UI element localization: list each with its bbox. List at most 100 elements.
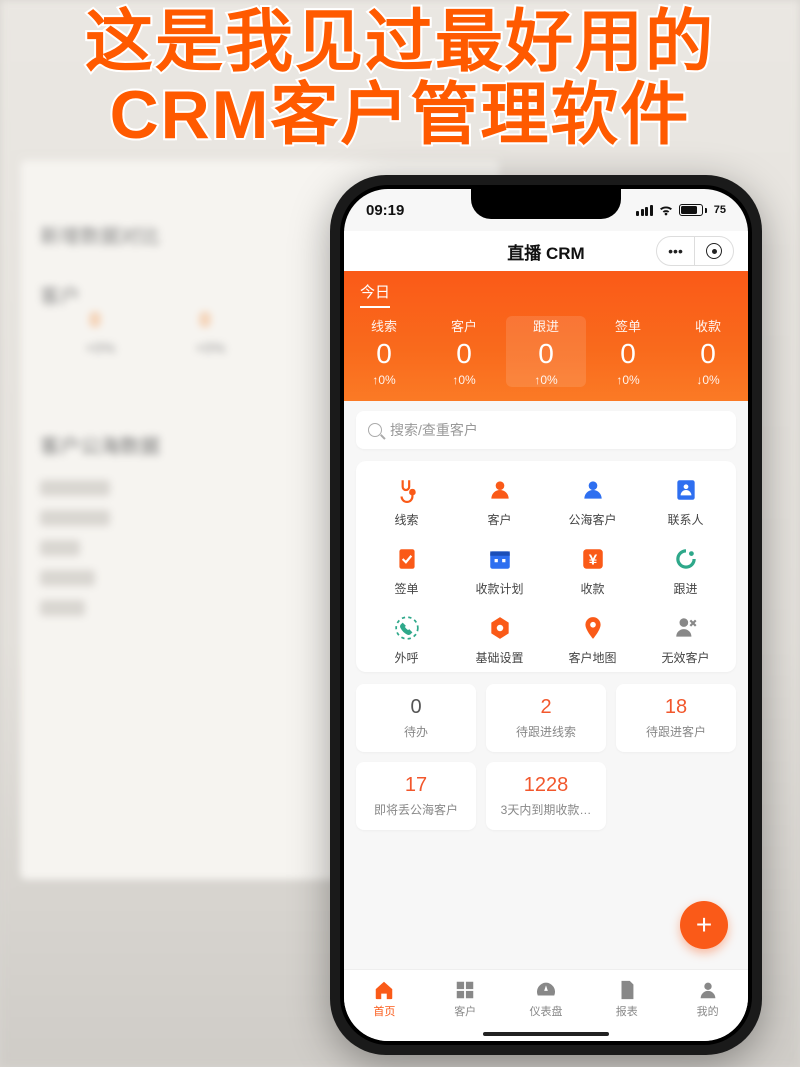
module-label: 收款 bbox=[580, 580, 604, 597]
navbar: 直播 CRM ••• bbox=[344, 231, 748, 271]
bd-col1: 客户 bbox=[40, 280, 80, 309]
phone-frame: 09:19 75 直播 CRM ••• 今日 线索 0 ↑0%客户 0 ↑0%跟… bbox=[330, 175, 762, 1055]
module-公海客户[interactable]: 公海客户 bbox=[546, 475, 639, 528]
module-签单[interactable]: 签单 bbox=[360, 544, 453, 597]
tab-报表[interactable]: 报表 bbox=[586, 970, 667, 1027]
module-基础设置[interactable]: 基础设置 bbox=[453, 613, 546, 666]
card-待跟进线索[interactable]: 2 待跟进线索 bbox=[486, 684, 606, 752]
card-label: 3天内到期收款… bbox=[492, 801, 600, 818]
module-label: 客户 bbox=[487, 511, 511, 528]
metric-收款[interactable]: 收款 0 ↓0% bbox=[668, 316, 748, 387]
contact-icon bbox=[671, 475, 701, 505]
card-即将丢公海客户[interactable]: 17 即将丢公海客户 bbox=[356, 762, 476, 830]
metric-跟进[interactable]: 跟进 0 ↑0% bbox=[506, 316, 586, 387]
card-3天内到期收款…[interactable]: 1228 3天内到期收款… bbox=[486, 762, 606, 830]
date-tab[interactable]: 今日 bbox=[344, 281, 748, 316]
search-input[interactable]: 搜索/查重客户 bbox=[356, 411, 736, 449]
metric-change: ↑0% bbox=[588, 373, 668, 387]
metric-label: 客户 bbox=[424, 316, 504, 335]
promo-headline: 这是我见过最好用的 CRM客户管理软件 bbox=[0, 6, 800, 153]
headline-line-1: 这是我见过最好用的 bbox=[85, 4, 715, 80]
gauge-icon bbox=[535, 979, 557, 1001]
card-label: 待办 bbox=[362, 723, 470, 740]
card-待跟进客户[interactable]: 18 待跟进客户 bbox=[616, 684, 736, 752]
bd-section-label-2: 客户公海数据 bbox=[40, 430, 160, 459]
bd-val2: 0 bbox=[200, 310, 210, 331]
module-线索[interactable]: 线索 bbox=[360, 475, 453, 528]
user-icon bbox=[697, 979, 719, 1001]
calendar-icon bbox=[485, 544, 515, 574]
tab-label: 我的 bbox=[697, 1003, 719, 1019]
tab-首页[interactable]: 首页 bbox=[344, 970, 425, 1027]
bd-pct2: +0% bbox=[195, 340, 225, 357]
module-grid: 线索 客户 公海客户 联系人 签单 收款计划 ¥ 收款 跟进 外呼 基础设置 客户… bbox=[356, 461, 736, 672]
person-icon bbox=[578, 475, 608, 505]
metric-change: ↑0% bbox=[424, 373, 504, 387]
add-fab[interactable]: + bbox=[680, 901, 728, 949]
yen-icon: ¥ bbox=[578, 544, 608, 574]
metric-value: 0 bbox=[344, 338, 424, 370]
status-time: 09:19 bbox=[366, 202, 404, 219]
tab-仪表盘[interactable]: 仪表盘 bbox=[506, 970, 587, 1027]
module-跟进[interactable]: 跟进 bbox=[639, 544, 732, 597]
module-客户地图[interactable]: 客户地图 bbox=[546, 613, 639, 666]
module-联系人[interactable]: 联系人 bbox=[639, 475, 732, 528]
card-label: 待跟进客户 bbox=[622, 723, 730, 740]
module-label: 无效客户 bbox=[661, 649, 709, 666]
tab-label: 仪表盘 bbox=[529, 1003, 562, 1019]
tab-bar: 首页 客户 仪表盘 报表 我的 bbox=[344, 969, 748, 1041]
module-label: 外呼 bbox=[394, 649, 418, 666]
metric-change: ↓0% bbox=[668, 373, 748, 387]
module-无效客户[interactable]: 无效客户 bbox=[639, 613, 732, 666]
module-label: 联系人 bbox=[667, 511, 703, 528]
home-icon bbox=[373, 979, 395, 1001]
battery-icon bbox=[679, 204, 707, 216]
bd-val1: 0 bbox=[90, 310, 100, 331]
swirl-icon bbox=[671, 544, 701, 574]
phone-screen: 09:19 75 直播 CRM ••• 今日 线索 0 ↑0%客户 0 ↑0%跟… bbox=[344, 189, 748, 1041]
search-placeholder: 搜索/查重客户 bbox=[390, 420, 478, 440]
module-客户[interactable]: 客户 bbox=[453, 475, 546, 528]
module-收款[interactable]: ¥ 收款 bbox=[546, 544, 639, 597]
grid-icon bbox=[454, 979, 476, 1001]
module-label: 线索 bbox=[394, 511, 418, 528]
more-button[interactable]: ••• bbox=[657, 237, 695, 265]
metric-label: 线索 bbox=[344, 316, 424, 335]
hero-panel: 今日 线索 0 ↑0%客户 0 ↑0%跟进 0 ↑0%签单 0 ↑0%收款 0 … bbox=[344, 271, 748, 401]
module-外呼[interactable]: 外呼 bbox=[360, 613, 453, 666]
person-x-icon bbox=[671, 613, 701, 643]
tab-我的[interactable]: 我的 bbox=[667, 970, 748, 1027]
metric-线索[interactable]: 线索 0 ↑0% bbox=[344, 316, 424, 387]
metric-value: 0 bbox=[668, 338, 748, 370]
bd-pct1: +0% bbox=[85, 340, 115, 357]
module-收款计划[interactable]: 收款计划 bbox=[453, 544, 546, 597]
module-label: 收款计划 bbox=[475, 580, 523, 597]
svg-text:¥: ¥ bbox=[588, 551, 597, 568]
card-number: 0 bbox=[362, 696, 470, 719]
clipboard-check-icon bbox=[392, 544, 422, 574]
bd-section-label: 新增数据对比 bbox=[40, 220, 160, 249]
metric-value: 0 bbox=[588, 338, 668, 370]
tab-客户[interactable]: 客户 bbox=[425, 970, 506, 1027]
card-number: 1228 bbox=[492, 774, 600, 797]
metric-客户[interactable]: 客户 0 ↑0% bbox=[424, 316, 504, 387]
headline-line-2: CRM客户管理软件 bbox=[110, 77, 691, 153]
metric-label: 收款 bbox=[668, 316, 748, 335]
module-label: 基础设置 bbox=[475, 649, 523, 666]
search-icon bbox=[368, 423, 382, 437]
target-icon bbox=[706, 243, 722, 259]
module-label: 客户地图 bbox=[568, 649, 616, 666]
card-number: 18 bbox=[622, 696, 730, 719]
person-icon bbox=[485, 475, 515, 505]
metric-签单[interactable]: 签单 0 ↑0% bbox=[588, 316, 668, 387]
home-indicator bbox=[483, 1032, 609, 1036]
close-button[interactable] bbox=[695, 237, 733, 265]
card-待办[interactable]: 0 待办 bbox=[356, 684, 476, 752]
module-label: 公海客户 bbox=[568, 511, 616, 528]
metric-change: ↑0% bbox=[506, 373, 586, 387]
wifi-icon bbox=[658, 204, 674, 216]
battery-pct: 75 bbox=[714, 204, 726, 216]
doc-icon bbox=[616, 979, 638, 1001]
signal-icon bbox=[636, 205, 653, 216]
card-number: 2 bbox=[492, 696, 600, 719]
